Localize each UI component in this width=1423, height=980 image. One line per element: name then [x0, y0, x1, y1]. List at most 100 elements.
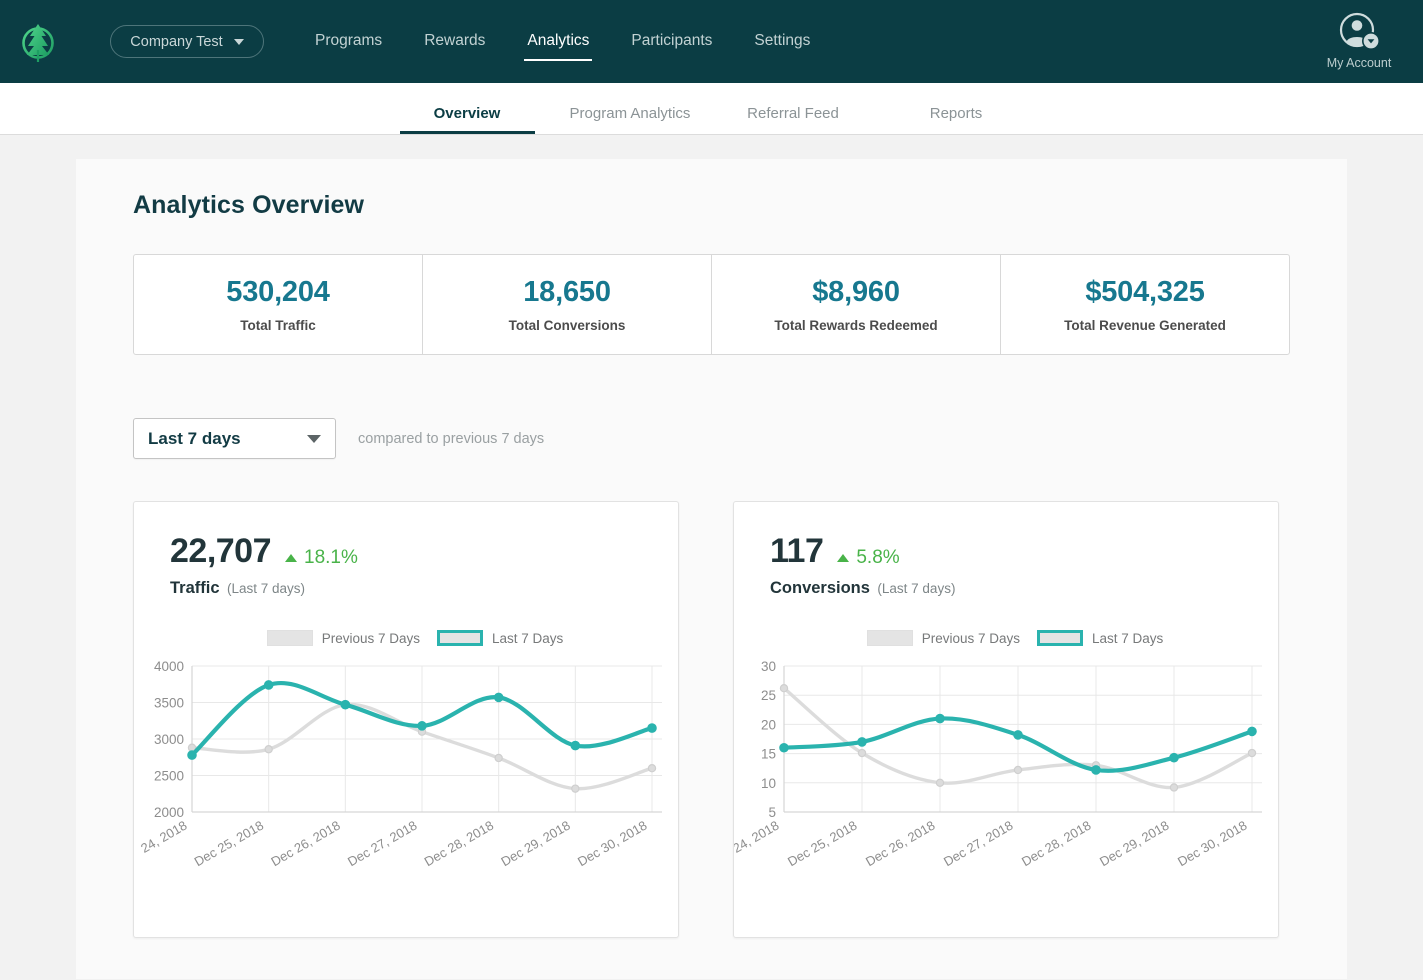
nav-link-analytics[interactable]: Analytics	[506, 26, 610, 57]
stat-label: Total Rewards Redeemed	[774, 318, 937, 333]
avatar	[1337, 10, 1381, 54]
traffic-metric-row: 22,707 18.1%	[170, 532, 678, 571]
nav-link-programs[interactable]: Programs	[294, 26, 403, 57]
svg-text:3000: 3000	[154, 732, 184, 747]
nav-link-settings[interactable]: Settings	[733, 26, 831, 57]
svg-text:Dec 27, 2018: Dec 27, 2018	[345, 818, 419, 870]
svg-text:Dec 27, 2018: Dec 27, 2018	[941, 818, 1015, 870]
tab-program-analytics[interactable]: Program Analytics	[549, 105, 712, 134]
stat-total-revenue-generated: $504,325 Total Revenue Generated	[1001, 255, 1289, 354]
svg-text:15: 15	[761, 747, 776, 762]
stat-value: $504,325	[1085, 276, 1204, 309]
primary-nav-links: Programs Rewards Analytics Participants …	[294, 26, 831, 57]
svg-text:10: 10	[761, 776, 776, 791]
tab-overview[interactable]: Overview	[386, 105, 549, 134]
traffic-delta: 18.1%	[285, 547, 358, 569]
traffic-metric-period: (Last 7 days)	[227, 581, 305, 596]
secondary-tab-bar: Overview Program Analytics Referral Feed…	[0, 83, 1423, 135]
stat-value: 18,650	[523, 276, 611, 309]
tab-reports[interactable]: Reports	[875, 105, 1038, 134]
svg-text:25: 25	[761, 688, 776, 703]
legend-swatch-last-icon	[1037, 630, 1083, 646]
traffic-chart-card: 22,707 18.1% Traffic (Last 7 days) Previ…	[133, 501, 679, 938]
stat-total-rewards-redeemed: $8,960 Total Rewards Redeemed	[712, 255, 1001, 354]
traffic-metric-value: 22,707	[170, 532, 271, 571]
page-container: Analytics Overview 530,204 Total Traffic…	[0, 135, 1423, 979]
legend-swatch-last-icon	[437, 630, 483, 646]
legend-label-previous: Previous 7 Days	[922, 631, 1020, 646]
legend-item-last[interactable]: Last 7 Days	[1037, 630, 1163, 646]
conversions-delta: 5.8%	[837, 547, 899, 569]
my-account-label: My Account	[1327, 56, 1392, 70]
legend-item-previous[interactable]: Previous 7 Days	[267, 630, 420, 646]
svg-text:2500: 2500	[154, 769, 184, 784]
traffic-metric-caption: Traffic (Last 7 days)	[170, 579, 678, 598]
pine-tree-logo-icon	[16, 20, 60, 64]
date-range-select[interactable]: Last 7 days	[133, 418, 336, 459]
stat-label: Total Conversions	[509, 318, 626, 333]
conversions-chart-legend: Previous 7 Days Last 7 Days	[752, 630, 1278, 646]
chart-cards-row: 22,707 18.1% Traffic (Last 7 days) Previ…	[133, 501, 1290, 938]
svg-text:30: 30	[761, 659, 776, 674]
traffic-line-chart: 2000 2500 3000 3500 4000 24, 2018Dec 25, 2018…	[134, 652, 680, 922]
svg-text:3500: 3500	[154, 696, 184, 711]
svg-text:2000: 2000	[154, 805, 184, 820]
chevron-down-icon	[307, 435, 321, 443]
page-title: Analytics Overview	[133, 191, 1290, 220]
app-logo[interactable]	[14, 18, 62, 66]
svg-text:Dec 25, 2018: Dec 25, 2018	[785, 818, 859, 870]
stat-total-traffic: 530,204 Total Traffic	[134, 255, 423, 354]
traffic-chart-legend: Previous 7 Days Last 7 Days	[152, 630, 678, 646]
svg-text:Dec 29, 2018: Dec 29, 2018	[1097, 818, 1171, 870]
conversions-delta-value: 5.8%	[856, 547, 899, 569]
triangle-up-icon	[285, 554, 297, 562]
stat-value: $8,960	[812, 276, 900, 309]
legend-label-last: Last 7 Days	[492, 631, 563, 646]
stat-total-conversions: 18,650 Total Conversions	[423, 255, 712, 354]
summary-stats-row: 530,204 Total Traffic 18,650 Total Conve…	[133, 254, 1290, 355]
svg-text:Dec 30, 2018: Dec 30, 2018	[1175, 818, 1249, 870]
svg-text:Dec 30, 2018: Dec 30, 2018	[575, 818, 649, 870]
user-avatar-icon	[1337, 10, 1381, 54]
traffic-delta-value: 18.1%	[304, 547, 358, 569]
date-range-row: Last 7 days compared to previous 7 days	[133, 418, 1290, 459]
nav-link-participants[interactable]: Participants	[610, 26, 733, 57]
company-selector-label: Company Test	[130, 34, 222, 50]
legend-label-previous: Previous 7 Days	[322, 631, 420, 646]
svg-text:Dec 28, 2018: Dec 28, 2018	[1019, 818, 1093, 870]
legend-swatch-previous-icon	[867, 630, 913, 646]
conversions-metric-row: 117 5.8%	[770, 532, 1278, 571]
legend-item-previous[interactable]: Previous 7 Days	[867, 630, 1020, 646]
svg-text:24, 2018: 24, 2018	[734, 818, 782, 856]
svg-text:4000: 4000	[154, 659, 184, 674]
legend-item-last[interactable]: Last 7 Days	[437, 630, 563, 646]
legend-swatch-previous-icon	[267, 630, 313, 646]
svg-text:Dec 29, 2018: Dec 29, 2018	[498, 818, 572, 870]
svg-text:24, 2018: 24, 2018	[138, 818, 189, 856]
conversions-metric-name: Conversions	[770, 579, 870, 597]
date-range-value: Last 7 days	[148, 429, 307, 449]
svg-text:Dec 26, 2018: Dec 26, 2018	[863, 818, 937, 870]
company-selector[interactable]: Company Test	[110, 25, 264, 58]
triangle-up-icon	[837, 554, 849, 562]
stat-label: Total Traffic	[240, 318, 316, 333]
conversions-metric-value: 117	[770, 532, 823, 571]
my-account-menu[interactable]: My Account	[1313, 10, 1405, 70]
nav-link-rewards[interactable]: Rewards	[403, 26, 506, 57]
svg-text:20: 20	[761, 717, 776, 732]
traffic-metric-name: Traffic	[170, 579, 220, 597]
stat-label: Total Revenue Generated	[1064, 318, 1226, 333]
tab-referral-feed[interactable]: Referral Feed	[712, 105, 875, 134]
conversions-metric-period: (Last 7 days)	[877, 581, 955, 596]
analytics-overview-panel: Analytics Overview 530,204 Total Traffic…	[76, 159, 1347, 979]
stat-value: 530,204	[226, 276, 329, 309]
conversions-metric-caption: Conversions (Last 7 days)	[770, 579, 1278, 598]
chevron-down-icon	[234, 39, 244, 45]
conversions-chart-card: 117 5.8% Conversions (Last 7 days) Previ…	[733, 501, 1279, 938]
top-navigation-bar: Company Test Programs Rewards Analytics …	[0, 0, 1423, 83]
comparison-note: compared to previous 7 days	[358, 431, 544, 447]
svg-text:Dec 26, 2018: Dec 26, 2018	[268, 818, 342, 870]
conversions-line-chart: 5101520253024, 2018Dec 25, 2018Dec 26, 2…	[734, 652, 1280, 922]
legend-label-last: Last 7 Days	[1092, 631, 1163, 646]
svg-text:Dec 25, 2018: Dec 25, 2018	[192, 818, 266, 870]
